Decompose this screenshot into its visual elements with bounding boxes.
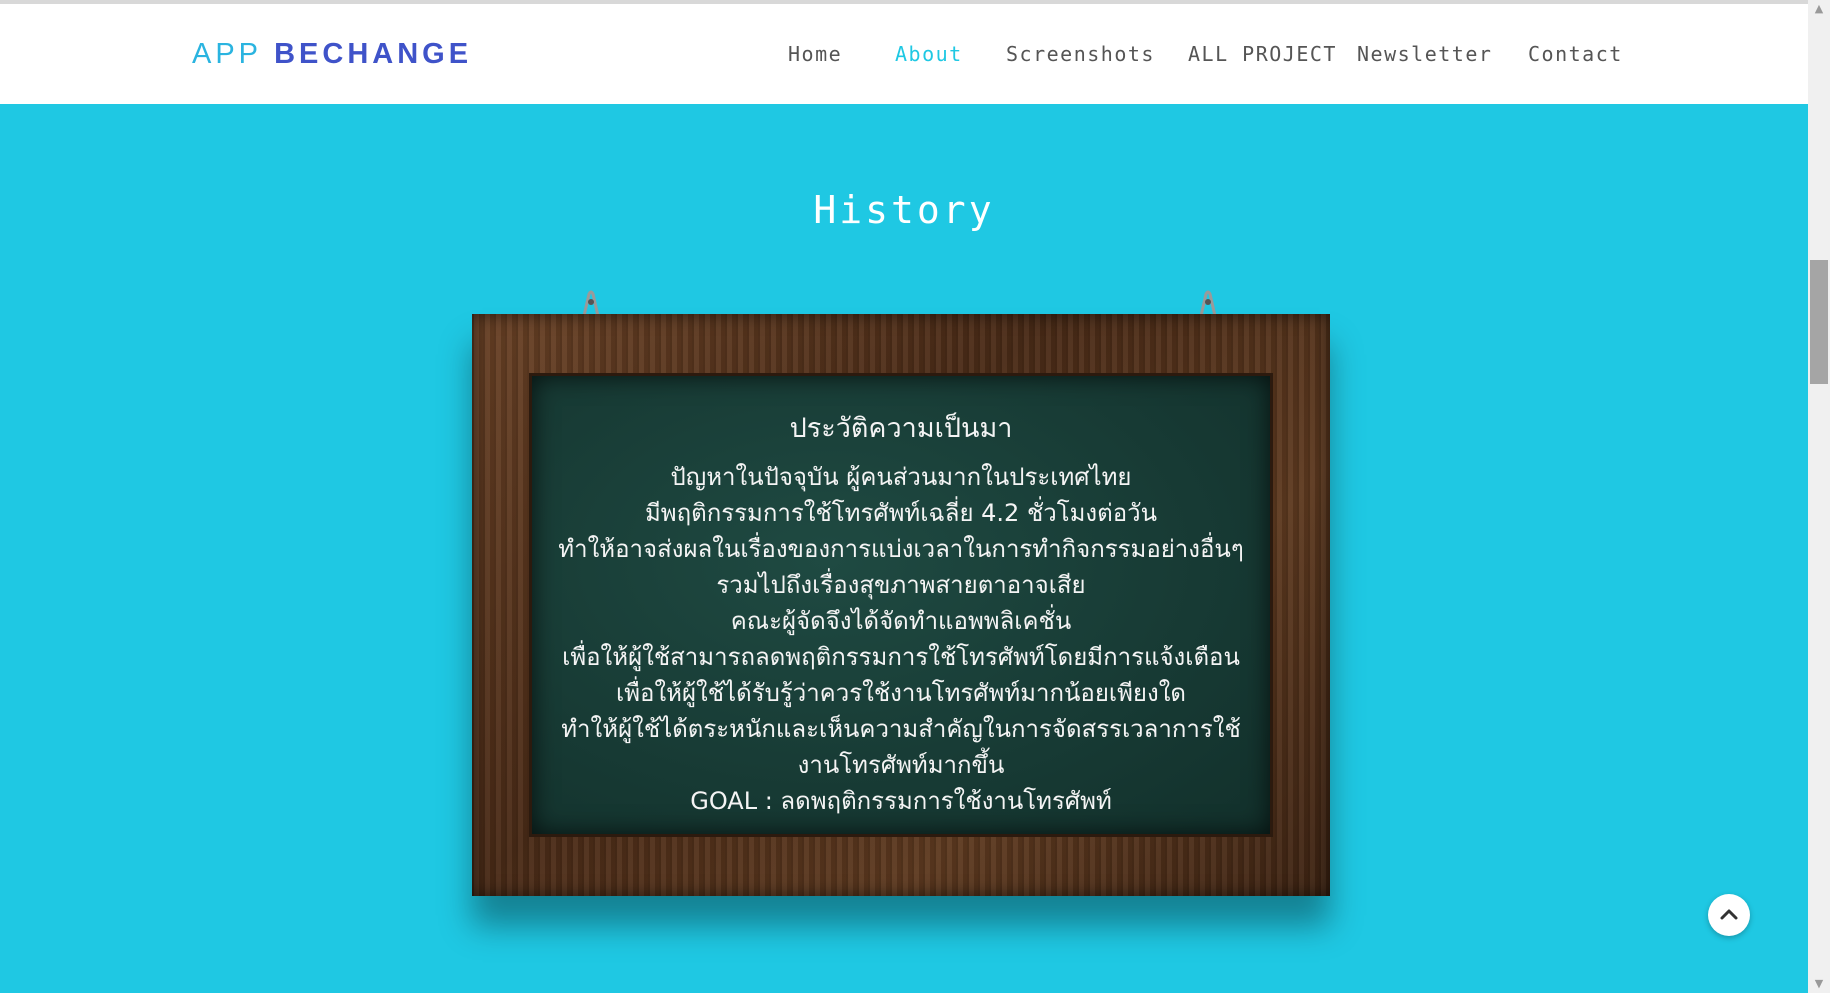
nav-about[interactable]: About <box>895 42 963 66</box>
chalkboard-line: รวมไปถึงเรื่องสุขภาพสายตาอาจเสีย <box>716 571 1086 599</box>
chalkboard-line: ทำให้ผู้ใช้ได้ตระหนักและเห็นความสำคัญในก… <box>561 715 1241 743</box>
chalkboard-line: เพื่อให้ผู้ใช้ได้รับรู้ว่าควรใช้งานโทรศั… <box>616 679 1186 707</box>
chalkboard-line: ปัญหาในปัจจุบัน ผู้คนส่วนมากในประเทศไทย <box>670 463 1132 491</box>
brand-part1: APP <box>192 38 263 70</box>
chalkboard-line: คณะผู้จัดจึงได้จัดทำแอพพลิเคชั่น <box>730 607 1072 635</box>
chalkboard-line: งานโทรศัพท์มากขึ้น <box>797 751 1005 779</box>
chalkboard-frame: ประวัติความเป็นมา ปัญหาในปัจจุบัน ผู้คนส… <box>472 314 1330 896</box>
back-to-top-button[interactable] <box>1708 894 1750 936</box>
brand-part2: BECHANGE <box>274 38 473 70</box>
nav-contact[interactable]: Contact <box>1528 42 1623 66</box>
chalkboard-line: ทำให้อาจส่งผลในเรื่องของการแบ่งเวลาในการ… <box>558 535 1244 563</box>
nav-screenshots[interactable]: Screenshots <box>1006 42 1155 66</box>
hanger-hook-left <box>582 290 600 316</box>
chalkboard-title: ประวัติความเป็นมา <box>789 413 1013 444</box>
chalkboard-line: เพื่อให้ผู้ใช้สามารถลดพฤติกรรมการใช้โทรศ… <box>562 643 1240 671</box>
nav-newsletter[interactable]: Newsletter <box>1357 42 1492 66</box>
scroll-down-arrow-icon[interactable]: ▼ <box>1808 975 1830 993</box>
chalkboard-text: ปัญหาในปัจจุบัน ผู้คนส่วนมากในประเทศไทย … <box>532 459 1270 819</box>
nav-home[interactable]: Home <box>788 42 842 66</box>
chalkboard-line: มีพฤติกรรมการใช้โทรศัพท์เฉลี่ย 4.2 ชั่วโ… <box>644 499 1158 527</box>
scroll-up-arrow-icon[interactable]: ▲ <box>1808 0 1830 18</box>
hanger-hook-right <box>1199 290 1217 316</box>
chevron-up-icon <box>1720 909 1738 920</box>
page: APP BECHANGE Home About Screenshots ALL … <box>0 0 1830 993</box>
chalkboard: ประวัติความเป็นมา ปัญหาในปัจจุบัน ผู้คนส… <box>532 376 1270 834</box>
brand-logo[interactable]: APP BECHANGE <box>192 38 472 71</box>
page-scrollbar[interactable]: ▲ ▼ <box>1808 0 1830 993</box>
main-nav: Home About Screenshots ALL PROJECT Newsl… <box>770 42 1808 72</box>
scrollbar-thumb[interactable] <box>1810 260 1828 384</box>
nav-all-project[interactable]: ALL PROJECT <box>1188 42 1337 66</box>
navbar: APP BECHANGE Home About Screenshots ALL … <box>0 4 1808 104</box>
section-title: History <box>813 188 995 232</box>
chalkboard-goal: GOAL : ลดพฤติกรรมการใช้งานโทรศัพท์ <box>690 787 1112 815</box>
